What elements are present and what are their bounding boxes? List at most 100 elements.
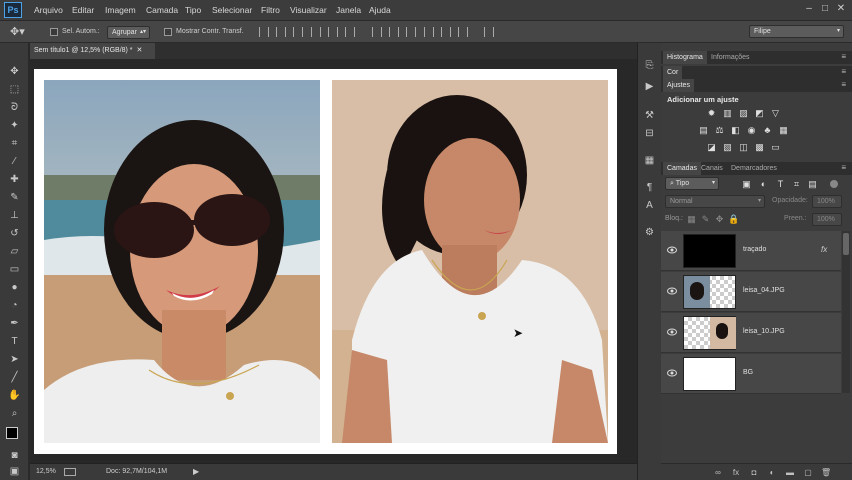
layer-name[interactable]: leisa_10.JPG: [743, 328, 785, 335]
align-vcenter-icon[interactable]: [276, 27, 286, 37]
crop-tool-icon[interactable]: ⌗: [7, 137, 22, 151]
eraser-tool-icon[interactable]: ▱: [7, 245, 22, 259]
tab-info[interactable]: Informações: [707, 51, 754, 64]
zoom-level[interactable]: 12,5%: [36, 468, 56, 475]
levels-icon[interactable]: ▥: [722, 108, 733, 118]
menu-camada[interactable]: Camada: [146, 5, 178, 15]
layer-row[interactable]: leisa_10.JPG: [661, 313, 841, 353]
menu-ajuda[interactable]: Ajuda: [369, 5, 391, 15]
blend-mode-dropdown[interactable]: Normal ▾: [665, 195, 765, 208]
menu-selecionar[interactable]: Selecionar: [212, 5, 252, 15]
document-tab[interactable]: Sem título1 @ 12,5% (RGB/8) * ✕: [30, 43, 155, 59]
healing-brush-icon[interactable]: ✚: [7, 173, 22, 187]
color-lookup-icon[interactable]: ▦: [778, 125, 789, 135]
align-hcenter-icon[interactable]: [328, 27, 338, 37]
tab-histogram[interactable]: Histograma: [663, 51, 707, 64]
align-left-icon[interactable]: [311, 27, 321, 37]
menu-arquivo[interactable]: Arquivo: [34, 5, 63, 15]
auto-select-checkbox[interactable]: [50, 28, 58, 36]
pen-tool-icon[interactable]: ✒: [7, 317, 22, 331]
distribute-top-icon[interactable]: [372, 27, 382, 37]
layer-name[interactable]: BG: [743, 369, 753, 376]
posterize-icon[interactable]: ▧: [722, 142, 733, 152]
selective-color-icon[interactable]: ▩: [754, 142, 765, 152]
show-transform-checkbox[interactable]: [164, 28, 172, 36]
lock-pixels-icon[interactable]: ✎: [700, 214, 711, 224]
align-bottom-icon[interactable]: [293, 27, 303, 37]
align-top-icon[interactable]: [259, 27, 269, 37]
visibility-eye-icon[interactable]: [667, 328, 677, 336]
quick-mask-icon[interactable]: ◙: [7, 449, 22, 463]
fill-field[interactable]: 100%: [812, 213, 842, 226]
visibility-eye-icon[interactable]: [667, 246, 677, 254]
maximize-icon[interactable]: □: [818, 3, 832, 15]
gradient-tool-icon[interactable]: ▭: [7, 263, 22, 277]
minimize-icon[interactable]: –: [802, 3, 816, 15]
layer-fx-badge[interactable]: fx: [821, 245, 827, 254]
link-layers-icon[interactable]: ∞: [713, 468, 723, 478]
distribute-bottom-icon[interactable]: [406, 27, 416, 37]
close-icon[interactable]: ✕: [834, 3, 848, 15]
filter-adjustment-icon[interactable]: ◐: [758, 179, 769, 189]
delete-layer-icon[interactable]: 🗑: [821, 468, 831, 478]
new-adjustment-icon[interactable]: ◐: [767, 468, 777, 478]
tab-adjustments[interactable]: Ajustes: [663, 79, 694, 92]
layer-row[interactable]: leisa_04.JPG: [661, 272, 841, 312]
lock-position-icon[interactable]: ✥: [714, 214, 725, 224]
panel-menu-icon[interactable]: ≡: [841, 52, 846, 61]
dodge-tool-icon[interactable]: ◔: [7, 299, 22, 313]
panel-menu-icon[interactable]: ≡: [841, 163, 846, 172]
marquee-tool-icon[interactable]: ⬚: [7, 83, 22, 97]
channel-mixer-icon[interactable]: ♣: [762, 125, 773, 135]
align-right-icon[interactable]: [345, 27, 355, 37]
lasso-tool-icon[interactable]: ᘐ: [7, 101, 22, 115]
menu-imagem[interactable]: Imagem: [105, 5, 136, 15]
lock-transparent-icon[interactable]: ▦: [686, 214, 697, 224]
move-tool-preset-icon[interactable]: ✥▾: [10, 25, 34, 39]
photo-filter-icon[interactable]: ◉: [746, 125, 757, 135]
filter-shape-icon[interactable]: ⌗: [791, 179, 802, 189]
layer-name[interactable]: traçado: [743, 246, 766, 253]
workspace-dropdown[interactable]: Filipe ▾: [749, 25, 844, 38]
brush-tool-icon[interactable]: ✎: [7, 191, 22, 205]
layer-filter-dropdown[interactable]: ⌕ Tipo ▾: [665, 177, 719, 190]
foreground-color-swatch[interactable]: [6, 427, 18, 439]
tab-channels[interactable]: Canais: [697, 162, 727, 175]
filter-type-icon[interactable]: T: [775, 179, 786, 189]
brightness-icon[interactable]: ✹: [706, 108, 717, 118]
tool-presets-icon[interactable]: ⚒: [643, 109, 656, 122]
auto-select-dropdown[interactable]: Agrupar ▴▾: [107, 26, 150, 39]
layers-scrollbar[interactable]: [842, 231, 850, 393]
paragraph-panel-icon[interactable]: ¶: [643, 181, 656, 194]
hand-tool-icon[interactable]: ✋: [7, 389, 22, 403]
close-tab-icon[interactable]: ✕: [137, 47, 143, 54]
brush-panel-icon[interactable]: ⊟: [643, 127, 656, 140]
path-selection-icon[interactable]: ➤: [7, 353, 22, 367]
styles-panel-icon[interactable]: ⚙: [643, 226, 656, 239]
blur-tool-icon[interactable]: ●: [7, 281, 22, 295]
panel-menu-icon[interactable]: ≡: [841, 67, 846, 76]
gradient-map-icon[interactable]: ▭: [770, 142, 781, 152]
history-panel-icon[interactable]: ⎘: [643, 59, 656, 72]
new-group-icon[interactable]: ▬: [785, 468, 795, 478]
type-tool-icon[interactable]: T: [7, 335, 22, 349]
status-menu-arrow-icon[interactable]: ▶: [193, 467, 199, 476]
invert-icon[interactable]: ◪: [706, 142, 717, 152]
exposure-icon[interactable]: ◩: [754, 108, 765, 118]
screen-mode-icon[interactable]: ▣: [7, 465, 22, 479]
menu-filtro[interactable]: Filtro: [261, 5, 280, 15]
hue-saturation-icon[interactable]: ▤: [698, 125, 709, 135]
distribute-right-icon[interactable]: [458, 27, 468, 37]
auto-align-icon[interactable]: [484, 27, 494, 37]
proof-icon[interactable]: [64, 468, 76, 476]
menu-visualizar[interactable]: Visualizar: [290, 5, 327, 15]
magic-wand-icon[interactable]: ✦: [7, 119, 22, 133]
opacity-field[interactable]: 100%: [812, 195, 842, 208]
tab-layers[interactable]: Camadas: [663, 162, 701, 175]
color-balance-icon[interactable]: ⚖: [714, 125, 725, 135]
clone-stamp-icon[interactable]: ⊥: [7, 209, 22, 223]
panel-menu-icon[interactable]: ≡: [841, 80, 846, 89]
visibility-eye-icon[interactable]: [667, 287, 677, 295]
menu-tipo[interactable]: Tipo: [185, 5, 201, 15]
distribute-hcenter-icon[interactable]: [441, 27, 451, 37]
